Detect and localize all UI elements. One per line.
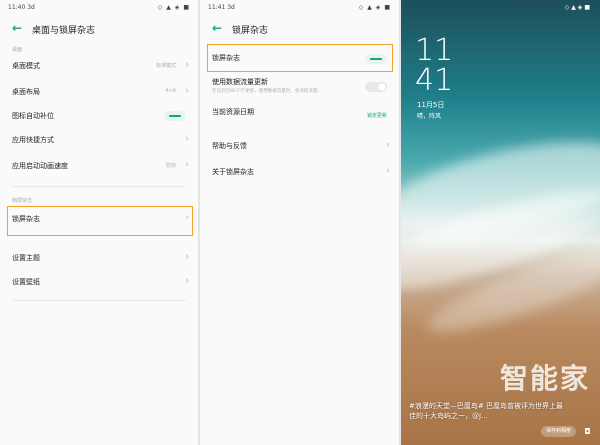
lockscreen-weather: 晴，阵风 (417, 113, 442, 120)
lockscreen-magazine-settings-screen: 11:41 3d ◇ ▲ ◈ ■ ← 锁屏杂志 锁屏杂志 使用数据流量更新 在已… (200, 0, 400, 445)
chevron-right-icon: › (386, 140, 390, 150)
lockscreen-preview: ◇ ▲ ◈ ■ 11 41 11月5日 晴，阵风 智能家 #浪漫的天堂—巴厘岛#… (401, 0, 600, 445)
status-bar: 11:40 3d ◇ ▲ ◈ ■ (8, 4, 190, 14)
status-bar: ◇ ▲ ◈ ■ (411, 4, 590, 14)
row-about-lockscreen-magazine[interactable]: 关于锁屏杂志 › (200, 160, 399, 184)
row-value: 4×6 (165, 88, 176, 94)
row-label: 帮助与反馈 (212, 142, 247, 150)
row-set-wallpaper[interactable]: 设置壁纸 › (0, 270, 198, 294)
row-set-theme[interactable]: 设置主题 › (0, 246, 198, 270)
status-bar: 11:41 3d ◇ ▲ ◈ ■ (208, 4, 391, 14)
clock-minute: 41 (415, 63, 454, 98)
highlight-box (207, 44, 393, 72)
page-title: 桌面与锁屏杂志 (32, 26, 96, 36)
row-current-source-date[interactable]: 当前资源日期 锁定更新 (200, 104, 399, 130)
row-label: 图标自动补位 (12, 112, 54, 120)
chevron-right-icon: › (185, 134, 189, 144)
row-label: 应用快捷方式 (12, 136, 54, 144)
mobile-data-update-toggle[interactable] (365, 82, 387, 92)
chevron-right-icon: › (386, 166, 390, 176)
status-time: 11:41 3d (208, 4, 235, 11)
status-time: 11:40 3d (8, 4, 35, 11)
divider (12, 186, 186, 187)
status-icons: ◇ ▲ ◈ ■ (358, 4, 391, 11)
section-label-desktop: 桌面 (12, 47, 23, 53)
row-help-feedback[interactable]: 帮助与反馈 › (200, 134, 399, 158)
page-title: 锁屏杂志 (232, 26, 269, 36)
icon-auto-fill-toggle[interactable] (164, 111, 186, 121)
clock-hour: 11 (415, 33, 454, 68)
chevron-right-icon: › (185, 60, 189, 70)
chevron-right-icon: › (185, 276, 189, 286)
settings-desktop-lockscreen-screen: 11:40 3d ◇ ▲ ◈ ■ ← 桌面与锁屏杂志 桌面 桌面模式 标准模式 … (0, 0, 199, 445)
section-label-lockscreen: 锁屏杂志 (12, 198, 33, 204)
row-label: 关于锁屏杂志 (212, 168, 254, 176)
status-icons: ◇ ▲ ◈ ■ (157, 4, 190, 11)
row-value: 标准模式 (155, 63, 176, 69)
chevron-right-icon: › (185, 252, 189, 262)
row-label: 应用启动动画速度 (12, 162, 68, 170)
row-app-shortcuts[interactable]: 应用快捷方式 › (0, 128, 198, 152)
save-to-album-button[interactable]: 保存到相册 (540, 426, 576, 437)
chevron-right-icon: › (185, 160, 189, 170)
divider (12, 300, 186, 301)
nav-bar: ← 锁屏杂志 (200, 20, 399, 38)
status-icons: ◇ ▲ ◈ ■ (564, 4, 590, 11)
row-value[interactable]: 锁定更新 (367, 112, 387, 119)
row-app-animation-speed[interactable]: 应用启动动画速度 较快 › (0, 154, 198, 178)
row-icon-auto-fill[interactable]: 图标自动补位 (0, 104, 198, 128)
row-label: 桌面模式 (12, 62, 40, 70)
row-label: 使用数据流量更新 (212, 78, 268, 86)
row-sub-text: 在已开启Wi-Fi下更新，使用数据流量时，会消耗流量。 (212, 89, 322, 94)
row-desktop-layout[interactable]: 桌面布局 4×6 › (0, 80, 198, 104)
lockscreen-date: 11月5日 (417, 101, 445, 109)
nav-bar: ← 桌面与锁屏杂志 (0, 20, 198, 38)
highlight-box (7, 206, 193, 236)
row-label: 当前资源日期 (212, 108, 254, 116)
camera-icon[interactable]: ◘ (582, 427, 593, 437)
watermark: 智能家 (499, 362, 590, 395)
chevron-right-icon: › (185, 86, 189, 96)
magazine-caption[interactable]: #浪漫的天堂—巴厘岛# 巴厘岛曾被评为世界上最佳的十大岛屿之一，@J... (409, 401, 569, 421)
back-arrow-icon[interactable]: ← (12, 21, 26, 35)
row-label: 桌面布局 (12, 88, 40, 96)
row-desktop-mode[interactable]: 桌面模式 标准模式 › (0, 54, 198, 78)
row-label: 设置主题 (12, 254, 40, 262)
row-mobile-data-update[interactable]: 使用数据流量更新 在已开启Wi-Fi下更新，使用数据流量时，会消耗流量。 (200, 72, 399, 100)
back-arrow-icon[interactable]: ← (212, 21, 226, 35)
row-label: 设置壁纸 (12, 278, 40, 286)
row-value: 较快 (165, 163, 176, 169)
